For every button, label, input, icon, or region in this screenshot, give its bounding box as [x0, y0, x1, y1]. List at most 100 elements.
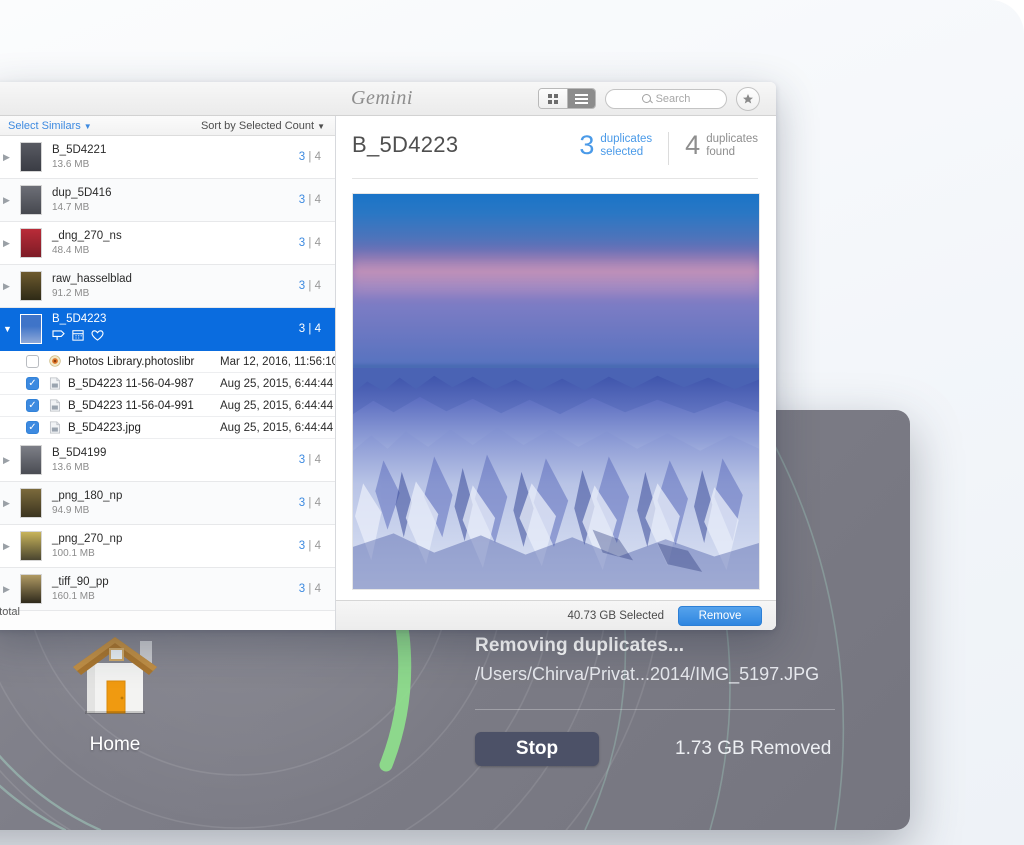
- file-name: B_5D4223.jpg: [68, 421, 141, 434]
- home-icon: [45, 625, 185, 726]
- group-thumbnail: [20, 488, 42, 518]
- view-mode-segmented-control[interactable]: [538, 88, 596, 109]
- group-count: 3 | 4: [298, 237, 321, 249]
- disclosure-triangle-icon[interactable]: ▶: [3, 281, 13, 292]
- image-file-icon: [49, 399, 61, 412]
- duplicate-file-row[interactable]: B_5D4223 11-56-04-991 Aug 25, 2015, 6:44…: [0, 395, 335, 417]
- duplicates-list[interactable]: ▶ B_5D4221 13.6 MB 3 | 4 ▶ dup_5D416 14.…: [0, 136, 335, 630]
- selected-label-2: selected: [600, 145, 644, 158]
- group-thumbnail: [20, 445, 42, 475]
- file-checkbox[interactable]: [26, 355, 39, 368]
- file-date: Mar 12, 2016, 11:56:10 AM: [220, 355, 335, 368]
- group-thumbnail: [20, 314, 42, 344]
- star-icon[interactable]: [736, 86, 760, 111]
- heart-icon[interactable]: [91, 328, 104, 346]
- selected-count: 3: [579, 130, 595, 160]
- file-checkbox[interactable]: [26, 377, 39, 390]
- window-toolbar: Gemini Search: [0, 82, 776, 116]
- disclosure-triangle-icon[interactable]: ▼: [3, 324, 13, 334]
- chevron-down-icon: ▼: [317, 121, 325, 131]
- search-placeholder: Search: [655, 92, 691, 105]
- list-view-icon[interactable]: [567, 89, 595, 108]
- found-count: 4: [685, 130, 701, 160]
- disclosure-triangle-icon[interactable]: ▶: [3, 195, 13, 206]
- duplicate-group-row[interactable]: ▶ _png_180_np 94.9 MB 3 | 4: [0, 482, 335, 525]
- group-thumbnail: [20, 142, 42, 172]
- sort-label: Sort by Selected Count: [200, 119, 315, 132]
- group-thumbnail: [20, 271, 42, 301]
- duplicate-group-row[interactable]: ▶ B_5D4199 13.6 MB 3 | 4: [0, 439, 335, 482]
- disclosure-triangle-icon[interactable]: ▶: [3, 152, 13, 163]
- found-label-2: found: [706, 145, 735, 158]
- progress-title: Removing duplicates...: [475, 635, 685, 656]
- duplicate-group-row[interactable]: ▶ dup_5D416 14.7 MB 3 | 4: [0, 179, 335, 222]
- disclosure-triangle-icon[interactable]: ▶: [3, 238, 13, 249]
- file-checkbox[interactable]: [26, 421, 39, 434]
- duplicate-group-row[interactable]: ▶ B_5D4221 13.6 MB 3 | 4: [0, 136, 335, 179]
- group-size: 48.4 MB: [52, 245, 90, 256]
- chevron-down-icon: ▼: [83, 121, 92, 131]
- search-icon: [641, 94, 651, 103]
- window-footer: 40.73 GB Selected Remove: [336, 600, 776, 630]
- duplicate-file-row[interactable]: B_5D4223.jpg Aug 25, 2015, 6:44:44 PM: [0, 417, 335, 439]
- duplicate-group-row-selected[interactable]: ▼ B_5D4223 3 | 4: [0, 308, 335, 351]
- file-checkbox[interactable]: [26, 399, 39, 412]
- group-name: raw_hasselblad: [52, 273, 132, 285]
- group-name: _tiff_90_pp: [52, 576, 109, 588]
- group-thumbnail: [20, 185, 42, 215]
- photo-mountains: [353, 367, 759, 589]
- stop-button[interactable]: Stop: [475, 732, 599, 766]
- found-label-1: duplicates: [706, 132, 758, 145]
- progress-current-path: /Users/Chirva/Privat...2014/IMG_5197.JPG: [475, 664, 820, 684]
- disclosure-triangle-icon[interactable]: ▶: [3, 541, 13, 552]
- file-name: Photos Library.photoslibr: [68, 355, 195, 368]
- duplicate-file-row[interactable]: B_5D4223 11-56-04-987 Aug 25, 2015, 6:44…: [0, 373, 335, 395]
- screenshot-root: SS Home: [0, 0, 1024, 845]
- photos-library-icon: [49, 355, 61, 368]
- disclosure-triangle-icon[interactable]: ▶: [3, 584, 13, 595]
- selected-size-label: 40.73 GB Selected: [567, 609, 664, 622]
- duplicate-group-row[interactable]: ▶ _png_270_np 100.1 MB 3 | 4: [0, 525, 335, 568]
- disclosure-triangle-icon[interactable]: ▶: [3, 455, 13, 466]
- group-name: B_5D4221: [52, 144, 107, 156]
- divider: [668, 132, 670, 165]
- file-date: Aug 25, 2015, 6:44:44 PM: [220, 377, 335, 390]
- file-date: Aug 25, 2015, 6:44:44 PM: [220, 421, 335, 434]
- group-name: _dng_270_ns: [52, 230, 122, 242]
- group-count: 3 | 4: [298, 540, 321, 552]
- group-count: 3 | 4: [298, 280, 321, 292]
- select-similars-menu[interactable]: Select Similars ▼: [8, 120, 92, 132]
- group-name: _png_270_np: [52, 533, 123, 545]
- duplicate-group-row[interactable]: ▶ raw_hasselblad 91.2 MB 3 | 4: [0, 265, 335, 308]
- group-size: 13.6 MB: [52, 462, 90, 473]
- grid-view-icon[interactable]: [539, 89, 567, 108]
- group-name: _png_180_np: [52, 490, 123, 502]
- select-similars-label: Select Similars: [8, 119, 81, 132]
- image-file-icon: [49, 377, 61, 390]
- duplicate-group-row[interactable]: ▶ _dng_270_ns 48.4 MB 3 | 4: [0, 222, 335, 265]
- remove-button[interactable]: Remove: [678, 605, 762, 626]
- calendar-icon[interactable]: [72, 328, 84, 346]
- progress-panel: Removing duplicates... /Users/Chirva/Pri…: [475, 635, 835, 766]
- group-thumbnail: [20, 531, 42, 561]
- duplicate-file-row[interactable]: Photos Library.photoslibr Mar 12, 2016, …: [0, 351, 335, 373]
- duplicates-found-stat: 4 duplicates found: [685, 132, 758, 159]
- group-size: 13.6 MB: [52, 159, 90, 170]
- group-size: 91.2 MB: [52, 288, 90, 299]
- group-thumbnail: [20, 228, 42, 258]
- list-header: Select Similars ▼ Sort by Selected Count ▼: [0, 116, 335, 136]
- photo-preview-container[interactable]: [336, 179, 776, 600]
- gemini-window: Gemini Search Select Similars ▼ Sort by …: [0, 82, 776, 630]
- disclosure-triangle-icon[interactable]: ▶: [3, 498, 13, 509]
- home-drive-item[interactable]: Home: [45, 625, 185, 756]
- group-count: 3 | 4: [298, 583, 321, 595]
- duplicates-list-panel: Select Similars ▼ Sort by Selected Count ▼…: [0, 116, 336, 630]
- group-size: 100.1 MB: [52, 548, 95, 559]
- duplicate-group-row[interactable]: ▶ _tiff_90_pp 160.1 MB 3 | 4: [0, 568, 335, 611]
- sort-menu[interactable]: Sort by Selected Count ▼: [201, 120, 325, 132]
- file-name: B_5D4223 11-56-04-991: [68, 399, 194, 412]
- search-input[interactable]: Search: [605, 88, 727, 109]
- file-date: Aug 25, 2015, 6:44:44 PM: [220, 399, 335, 412]
- group-count: 3 | 4: [298, 497, 321, 509]
- tag-icon[interactable]: [52, 328, 65, 346]
